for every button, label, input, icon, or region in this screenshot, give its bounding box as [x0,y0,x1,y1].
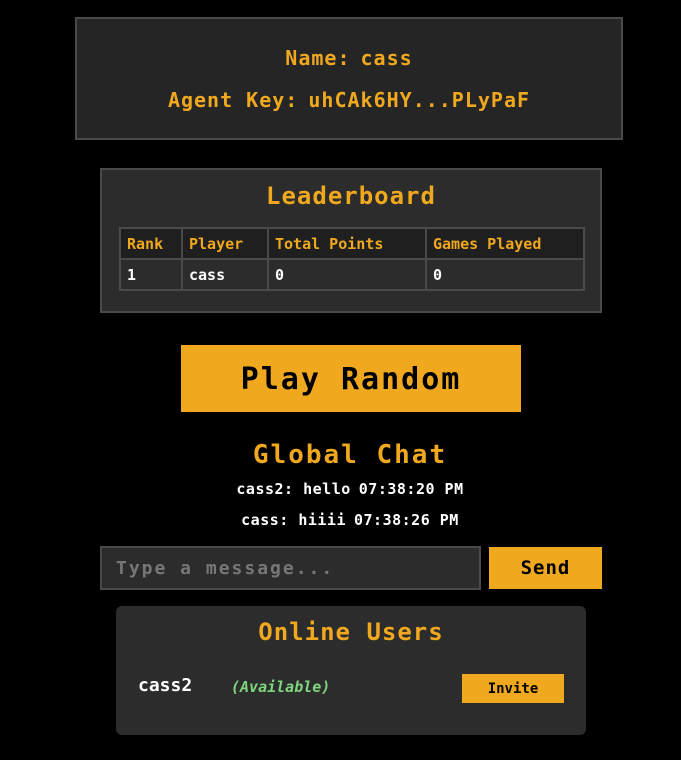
profile-card: Name: cass Agent Key: uhCAk6HY...PLyPaF [75,17,623,140]
chat-message: cass: hiiii 07:38:26 PM [0,511,681,529]
cell-games-played: 0 [425,258,585,291]
table-row: 1 cass 0 0 [119,258,585,291]
name-label: Name: [285,46,351,70]
global-chat-title: Global Chat [252,440,448,470]
leaderboard-header-row: Rank Player Total Points Games Played [119,227,585,260]
send-button[interactable]: Send [489,547,602,589]
name-value: cass [360,46,413,70]
column-header-rank: Rank [119,227,183,260]
online-users-title: Online Users [258,618,444,646]
cell-rank: 1 [119,258,183,291]
online-user-name: cass2 [138,675,193,696]
chat-message-time: 07:38:20 PM [358,480,464,498]
agent-key-label: Agent Key: [167,88,299,112]
profile-key-line: Agent Key: uhCAk6HY...PLyPaF [77,88,621,112]
leaderboard-table: Rank Player Total Points Games Played 1 … [119,227,585,291]
chat-message-text: cass2: hello [236,480,351,498]
online-user-status: (Available) [231,678,331,696]
column-header-total-points: Total Points [267,227,427,260]
play-random-button[interactable]: Play Random [181,345,521,412]
cell-total-points: 0 [267,258,427,291]
chat-message-input[interactable] [100,546,481,590]
leaderboard-title: Leaderboard [266,182,436,210]
agent-key-value: uhCAk6HY...PLyPaF [308,88,531,112]
page: Name: cass Agent Key: uhCAk6HY...PLyPaF Le… [0,0,681,760]
chat-message-time: 07:38:26 PM [354,511,459,529]
cell-player: cass [181,258,269,291]
invite-button[interactable]: Invite [462,674,564,703]
list-item: cass2 (Available) Invite [116,672,586,704]
chat-message-text: cass: hiiii [241,511,346,529]
column-header-player: Player [181,227,269,260]
online-users-panel: Online Users cass2 (Available) Invite [116,606,586,735]
profile-name-line: Name: cass [77,46,621,70]
leaderboard-panel: Leaderboard Rank Player Total Points Gam… [100,168,602,313]
chat-message: cass2: hello 07:38:20 PM [0,480,681,498]
column-header-games-played: Games Played [425,227,585,260]
